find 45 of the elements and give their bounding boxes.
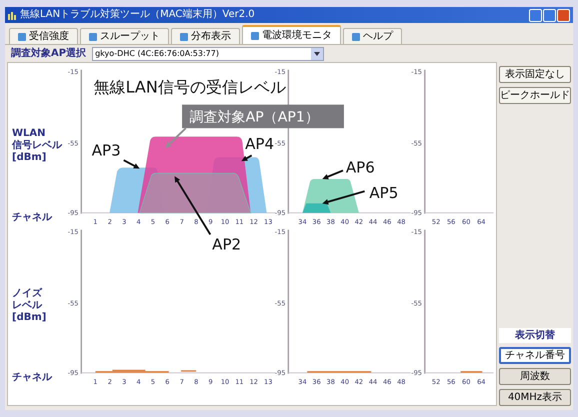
display-button[interactable]: チャネル番号 (499, 347, 571, 364)
caret-icon (311, 48, 324, 60)
axis-label: WLAN (12, 128, 47, 140)
side-button[interactable]: 表示固定なし (499, 66, 571, 83)
axis-label: 信号レベル (12, 140, 62, 152)
tab[interactable]: 分布表示 (171, 28, 240, 44)
arrow (322, 190, 365, 205)
tab-icon (18, 32, 26, 40)
side-button[interactable]: ピークホールド (499, 87, 571, 104)
maximize-button[interactable] (543, 8, 556, 22)
field-label: 調査対象AP選択 (11, 46, 86, 61)
ap-label: AP5 (369, 184, 398, 202)
annotation-title: 無線LAN信号の受信レベル (94, 77, 286, 96)
tab[interactable]: ヘルプ (343, 28, 402, 44)
axis-label: [dBm] (12, 312, 46, 324)
ap-dropdown[interactable]: gkyo-DHC (4C:E6:76:0A:53:77) (92, 46, 324, 60)
tab-icon (180, 32, 188, 40)
tab[interactable]: スループット (80, 28, 169, 44)
arrow (174, 176, 212, 236)
close-button[interactable] (557, 8, 570, 22)
axis-label: チャネル (12, 211, 52, 225)
tab[interactable]: 受信強度 (9, 28, 78, 44)
app-icon (8, 10, 17, 20)
tab[interactable]: 電波環境モニタ (242, 25, 341, 44)
annotation-callout: 調査対象AP（AP1） (182, 104, 344, 128)
tab-icon (352, 32, 360, 40)
tab-icon (251, 32, 259, 40)
display-button[interactable]: 周波数 (499, 368, 571, 385)
ap-label: AP2 (212, 236, 242, 254)
axis-label: ノイズ (12, 288, 44, 300)
axis-label: [dBm] (12, 152, 48, 164)
ap-label: AP3 (92, 141, 121, 160)
ap-label: AP6 (346, 158, 375, 176)
axis-label: チャネル (12, 371, 52, 385)
window-title: 無線LANトラブル対策ツール（MAC端末用）Ver2.0 (20, 10, 255, 20)
ap-label: AP4 (245, 134, 274, 153)
arrow (241, 154, 252, 162)
section-label: 表示切替 (499, 328, 571, 343)
minimize-button[interactable] (529, 8, 542, 22)
arrow (123, 159, 140, 169)
display-button[interactable]: 40MHz表示 (499, 389, 571, 406)
tab-icon (89, 32, 97, 40)
arrow (322, 170, 344, 180)
axis-label: レベル (12, 300, 44, 312)
arrow (165, 128, 186, 148)
